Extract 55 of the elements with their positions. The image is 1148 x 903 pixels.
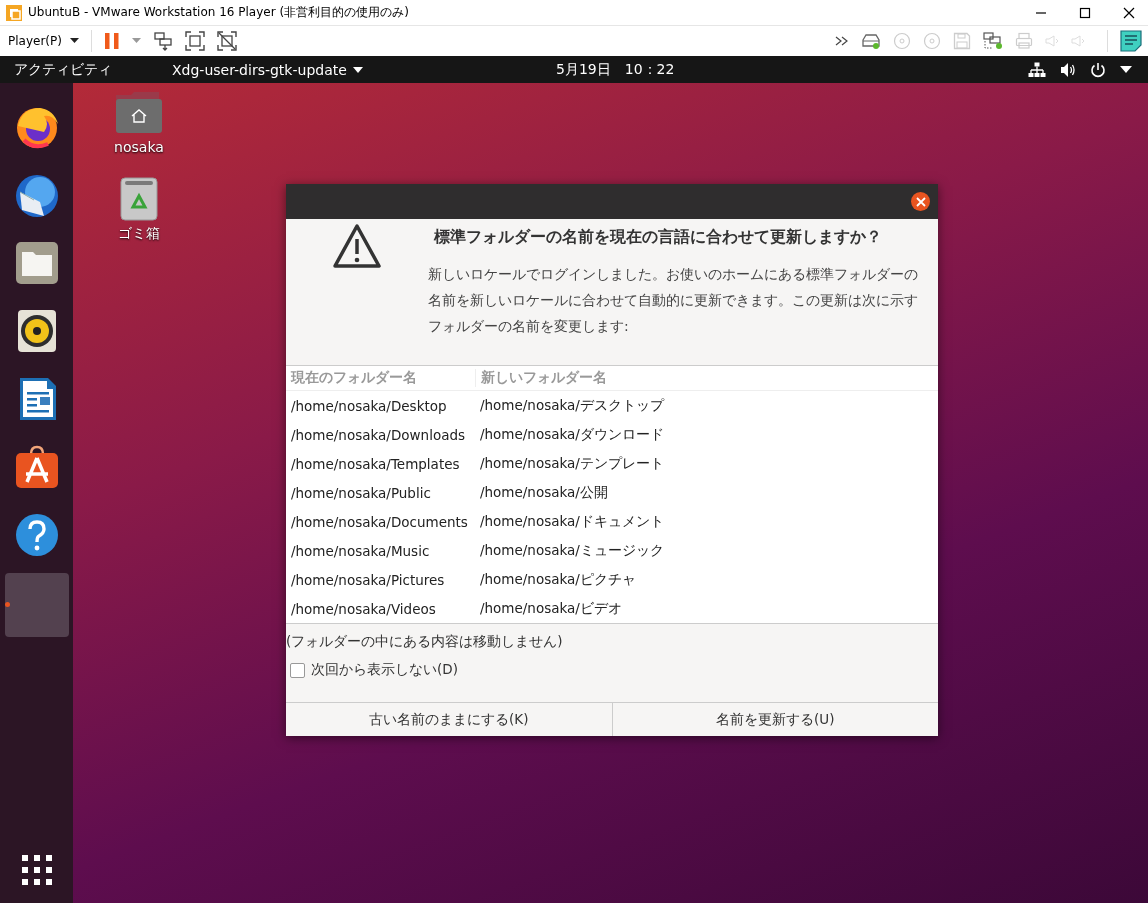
caret-icon <box>69 38 79 44</box>
table-cell-text: /home/nosaka/ピクチャ <box>479 570 636 589</box>
window-title: UbuntuB - VMware Workstation 16 Player (非営利目的の使用のみ) <box>28 4 410 21</box>
close-button[interactable] <box>911 192 930 211</box>
pause-icon[interactable] <box>103 31 120 51</box>
dialog-button[interactable]: 名前を更新する(U) <box>612 703 938 736</box>
warning-icon <box>332 223 382 269</box>
network-adapter-icon[interactable] <box>983 32 1003 50</box>
folder-icon[interactable] <box>13 240 60 286</box>
app-menu-button[interactable]: Xdg-user-dirs-gtk-update <box>172 61 363 78</box>
app-grid-icon[interactable] <box>21 855 52 885</box>
close-icon <box>915 196 926 207</box>
home-folder-icon[interactable] <box>115 91 163 135</box>
table-cell-text: /home/nosaka/ダウンロード <box>479 425 664 444</box>
note-icon[interactable] <box>1120 30 1142 52</box>
table-cell-text: /home/nosaka/テンプレート <box>479 454 664 473</box>
table-cell-text: /home/nosaka/Public <box>290 484 432 501</box>
desktop-icon-label[interactable]: ゴミ箱 <box>118 225 160 243</box>
volume-icon[interactable] <box>1060 61 1076 78</box>
maximize-icon[interactable] <box>1078 5 1092 20</box>
table-cell-text: /home/nosaka/ドキュメント <box>479 512 664 531</box>
power-icon[interactable] <box>1090 61 1106 78</box>
running-indicator <box>4 602 10 607</box>
checkbox-label[interactable]: 次回から表示しない(D) <box>311 661 458 679</box>
table-cell-text: /home/nosaka/Pictures <box>290 571 446 588</box>
caret-icon <box>352 66 363 73</box>
table-cell-text: /home/nosaka/デスクトップ <box>479 396 664 415</box>
table-cell-text: /home/nosaka/ミュージック <box>479 541 664 560</box>
send-keys-icon[interactable] <box>152 31 173 51</box>
checkbox[interactable] <box>290 662 305 678</box>
chevrons-icon[interactable] <box>835 36 849 46</box>
desktop-icon-label[interactable]: nosaka <box>114 139 164 155</box>
caret-icon[interactable] <box>1120 66 1132 73</box>
clock[interactable]: 5月19日 10：22 <box>556 61 675 79</box>
app-logo-icon <box>5 3 23 22</box>
table-cell-text: /home/nosaka/Downloads <box>290 426 467 443</box>
table-cell-text: /home/nosaka/Music <box>290 542 431 559</box>
table-cell-text: /home/nosaka/ビデオ <box>479 599 622 618</box>
player-menu-button[interactable]: Player(P) <box>6 32 81 50</box>
dialog-heading: 標準フォルダーの名前を現在の言語に合わせて更新しますか？ <box>433 226 883 248</box>
dialog-message: 新しいロケールでログインしました。お使いのホームにある標準フォルダーの名前を新しいロケールに合わせて自動的に更新できます。この更新は次に示すフォルダーの名前を変更します: <box>428 265 918 336</box>
table-cell-text: /home/nosaka/Documents <box>290 513 469 530</box>
table-cell-text: /home/nosaka/Videos <box>290 600 437 617</box>
dialog-button[interactable]: 古い名前のままにする(K) <box>286 703 613 736</box>
note-text: (フォルダーの中にある内容は移動しません) <box>286 632 564 651</box>
unity-mode-icon[interactable] <box>216 31 237 51</box>
table-cell-text: /home/nosaka/Desktop <box>290 397 448 414</box>
close-icon[interactable] <box>1122 5 1136 20</box>
network-icon[interactable] <box>1028 61 1046 78</box>
shopping-bag-icon[interactable] <box>13 444 60 490</box>
table-cell-text: /home/nosaka/Templates <box>290 455 461 472</box>
table-cell-text: /home/nosaka/公開 <box>479 483 608 502</box>
question-mark-icon[interactable] <box>13 512 60 558</box>
activities-button[interactable]: アクティビティ <box>0 60 172 79</box>
full-screen-icon[interactable] <box>184 31 205 51</box>
